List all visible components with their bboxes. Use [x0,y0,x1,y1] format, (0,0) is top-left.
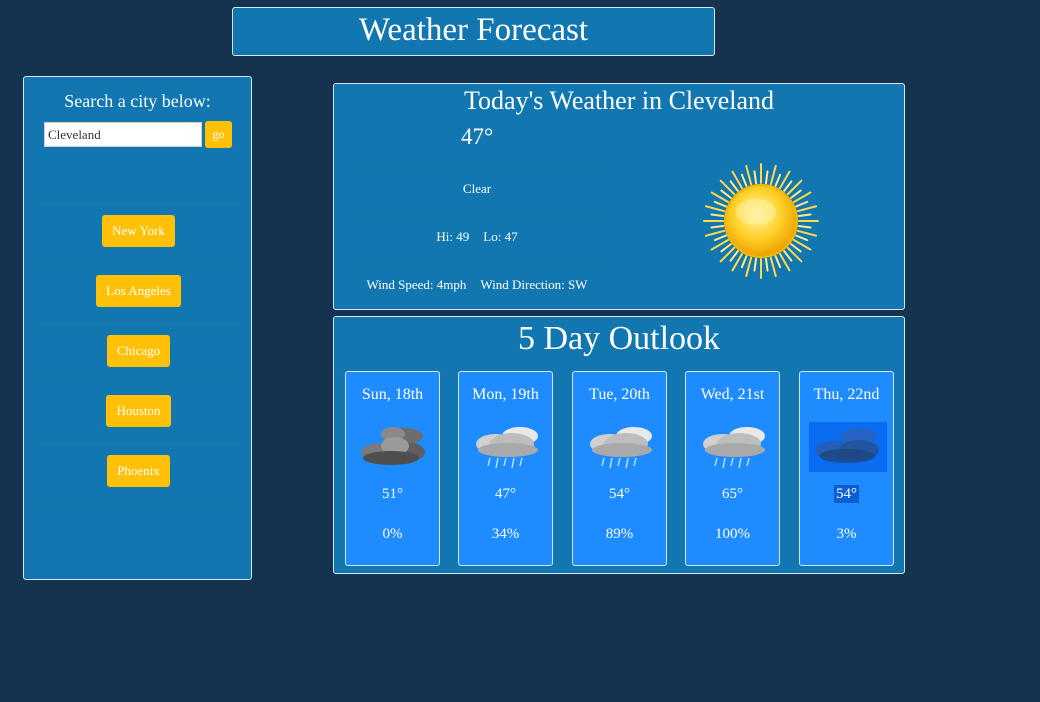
wind-speed: Wind Speed: 4mph [366,276,467,292]
lo-temp: Lo: 47 [483,228,518,244]
search-label: Search a city below: [64,91,211,111]
day-temp: 47° [495,486,516,502]
selected-clouds-icon [809,422,887,472]
rain-cloud-icon [582,422,660,472]
go-button[interactable]: go [205,121,232,148]
list-item: Los Angeles [37,261,240,321]
search-row: go [44,121,232,148]
list-item: Houston [37,381,240,441]
day-name: Sun, 18th [361,386,424,403]
outlook-title: 5 Day Outlook [517,320,721,357]
list-item: Phoenix [37,441,240,501]
page-title-box: Weather Forecast [232,7,715,56]
today-weather-panel: Today's Weather in Cleveland 47° Clear H… [333,83,905,310]
day-card-2: Tue, 20th 54° 89% [572,371,667,566]
city-button-phoenix[interactable]: Phoenix [107,454,170,487]
city-button-new-york[interactable]: New York [102,214,175,247]
city-list: New York Los Angeles Chicago Houston Pho… [37,200,240,501]
day-name: Tue, 20th [589,386,650,403]
day-name: Mon, 19th [472,386,539,403]
rain-cloud-icon [468,422,546,472]
five-day-outlook-panel: 5 Day Outlook Sun, 18th 51° 0% Mon, 19th [333,316,905,574]
selected-temp: 54° [834,485,859,503]
rain-cloud-icon [695,422,773,472]
list-item: Chicago [37,321,240,381]
city-button-houston[interactable]: Houston [106,394,171,427]
day-precip: 100% [715,526,750,542]
condition-text: Clear [462,180,492,196]
city-button-chicago[interactable]: Chicago [106,334,171,367]
day-card-4: Thu, 22nd 54° 3% [799,371,894,566]
day-precip: 34% [491,526,520,542]
list-item: New York [37,201,240,261]
day-temp: 65° [722,486,743,502]
day-precip: 3% [836,526,857,542]
search-input[interactable] [44,122,202,147]
sidebar: Search a city below: go New York Los Ang… [23,76,252,580]
wind-direction: Wind Direction: SW [480,276,588,292]
day-precip: 89% [605,526,634,542]
day-precip: 0% [382,526,403,542]
hi-temp: Hi: 49 [436,228,470,244]
today-title: Today's Weather in Cleveland [463,86,775,115]
page-title: Weather Forecast [358,12,589,48]
day-name: Wed, 21st [700,386,765,403]
sun-icon [702,162,820,280]
wind-row: Wind Speed: 4mph Wind Direction: SW [347,260,607,308]
city-button-los-angeles[interactable]: Los Angeles [96,274,181,307]
today-details: Clear Hi: 49 Lo: 47 Wind Speed: 4mph Win… [347,164,607,308]
dark-clouds-icon [355,422,433,472]
day-temp: 54° [800,485,893,503]
day-temp: 54° [609,486,630,502]
day-temp: 51° [382,486,403,502]
hi-lo-row: Hi: 49 Lo: 47 [347,212,607,260]
today-temperature: 47° [461,124,494,149]
condition-row: Clear [347,164,607,212]
day-card-0: Sun, 18th 51° 0% [345,371,440,566]
day-card-3: Wed, 21st 65° 100% [685,371,780,566]
day-name: Thu, 22nd [813,386,880,403]
day-card-1: Mon, 19th 47° 34% [458,371,553,566]
